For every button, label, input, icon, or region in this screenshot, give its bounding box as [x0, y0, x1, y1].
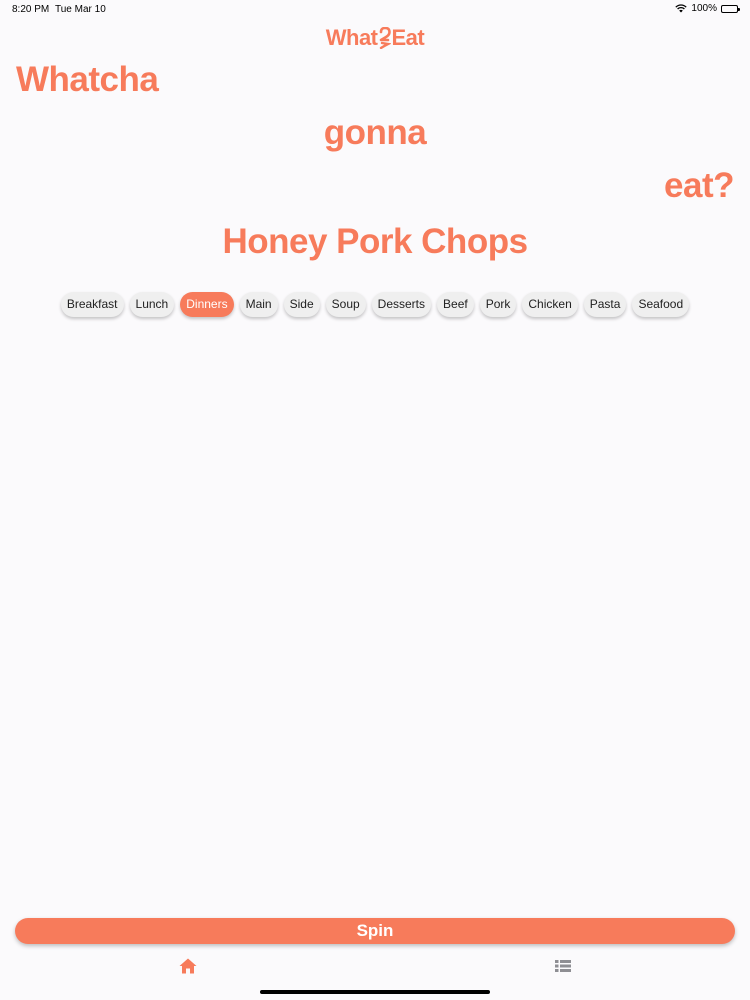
category-chip-dinners[interactable]: Dinners	[180, 292, 234, 317]
headline-line-2: gonna	[323, 113, 427, 152]
category-chip-desserts[interactable]: Desserts	[371, 292, 432, 317]
category-chip-pork[interactable]: Pork	[479, 292, 517, 317]
status-bar: 8:20 PM Tue Mar 10 100%	[0, 0, 750, 18]
spin-button[interactable]: Spin	[15, 918, 735, 944]
wifi-icon	[675, 4, 688, 13]
category-chip-soup[interactable]: Soup	[325, 292, 366, 317]
category-chip-seafood[interactable]: Seafood	[632, 292, 690, 317]
list-icon	[555, 960, 571, 972]
headline-line-1: Whatcha	[16, 60, 159, 99]
home-icon	[179, 958, 197, 974]
logo-text-eat: Eat	[391, 25, 425, 50]
category-chips: Breakfast Lunch Dinners Main Side Soup Dessert…	[0, 292, 750, 317]
category-chip-lunch[interactable]: Lunch	[129, 292, 175, 317]
category-chip-main[interactable]: Main	[239, 292, 278, 317]
battery-percent: 100%	[691, 3, 717, 14]
tab-list[interactable]	[553, 957, 573, 975]
status-date: Tue Mar 10	[55, 4, 106, 15]
app-logo: What Eat	[0, 25, 750, 51]
tab-home[interactable]	[178, 957, 198, 975]
home-indicator[interactable]	[260, 990, 490, 994]
category-chip-breakfast[interactable]: Breakfast	[60, 292, 124, 317]
selected-dish-title: Honey Pork Chops	[222, 222, 528, 261]
battery-icon	[721, 4, 740, 13]
logo-text-what: What	[325, 25, 378, 50]
status-time: 8:20 PM	[12, 4, 50, 15]
category-chip-beef[interactable]: Beef	[437, 292, 474, 317]
category-chip-side[interactable]: Side	[283, 292, 320, 317]
logo-question-mark-icon	[379, 26, 392, 50]
headline-line-3: eat?	[664, 166, 734, 205]
category-chip-pasta[interactable]: Pasta	[583, 292, 627, 317]
status-right: 100%	[675, 3, 740, 14]
category-chip-chicken[interactable]: Chicken	[522, 292, 578, 317]
